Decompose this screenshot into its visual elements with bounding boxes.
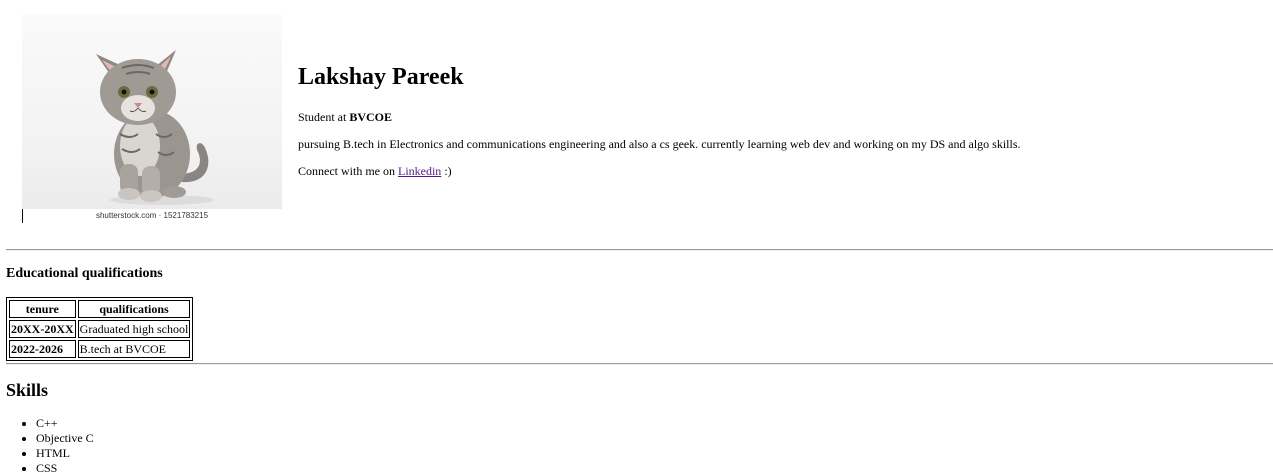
column-header-qualifications: qualifications	[77, 300, 191, 318]
section-divider	[6, 363, 1273, 365]
linkedin-link[interactable]: Linkedin	[398, 164, 441, 178]
qualification-cell: Graduated high school	[77, 320, 191, 338]
table-header-row: tenure qualifications	[9, 300, 191, 318]
connect-suffix: :)	[441, 164, 452, 178]
list-item: C++	[36, 416, 94, 431]
portfolio-page: shutterstock.com · 1521783215 Lakshay Pa…	[0, 0, 1273, 475]
college-name: BVCOE	[349, 110, 393, 124]
skills-list: C++ Objective C HTML CSS	[0, 416, 94, 476]
profile-photo: shutterstock.com · 1521783215	[22, 14, 282, 223]
tenure-cell: 20XX-20XX	[9, 320, 76, 338]
kitten-image	[96, 50, 214, 205]
list-item: CSS	[36, 461, 94, 476]
skills-heading: Skills	[6, 380, 49, 400]
section-divider	[6, 249, 1273, 251]
student-line: Student at BVCOE	[298, 110, 392, 125]
list-item: HTML	[36, 446, 94, 461]
profile-name: Lakshay Pareek	[298, 64, 464, 90]
profile-description: pursuing B.tech in Electronics and commu…	[298, 137, 1021, 151]
list-item: Objective C	[36, 431, 94, 446]
table-row: 20XX-20XX Graduated high school	[9, 320, 191, 338]
column-header-tenure: tenure	[9, 300, 76, 318]
qualifications-table: tenure qualifications 20XX-20XX Graduate…	[6, 297, 194, 361]
education-heading: Educational qualifications	[6, 266, 163, 281]
connect-line: Connect with me on Linkedin :)	[298, 164, 452, 179]
qualification-cell: B.tech at BVCOE	[77, 340, 191, 358]
table-row: 2022-2026 B.tech at BVCOE	[9, 340, 191, 358]
connect-prefix: Connect with me on	[298, 164, 398, 178]
tenure-cell: 2022-2026	[9, 340, 76, 358]
photo-caption: shutterstock.com · 1521783215	[95, 211, 209, 220]
student-prefix: Student at	[298, 110, 350, 124]
